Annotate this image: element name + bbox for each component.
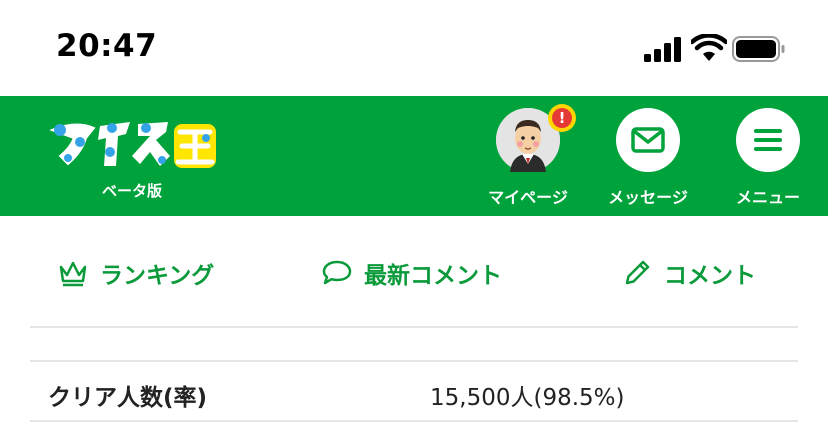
menu-button[interactable]: メニュー [718,108,818,212]
ranking-label: ランキング [100,263,215,289]
content-nav: ランキング 最新コメント コメント [0,216,828,326]
message-button[interactable]: メッセージ [598,108,698,212]
latest-comments-label: 最新コメント [364,263,502,289]
mypage-button[interactable]: ! マイページ [478,104,578,212]
menu-label: メニュー [735,188,800,207]
ranking-link[interactable]: ランキング [58,256,214,290]
clear-count-value: 15,500人(98.5%) [430,385,625,411]
comment-label: コメント [664,263,756,289]
message-circle [616,108,680,172]
latest-comments-link[interactable]: 最新コメント [322,256,502,290]
hamburger-menu-icon [754,129,782,151]
table-top-border [30,360,798,362]
clear-count-label: クリア人数(率) [48,385,208,411]
crown-icon [59,261,87,287]
envelope-icon [631,127,665,153]
divider [30,326,798,328]
pencil-icon [625,260,650,285]
alert-icon: ! [552,108,572,128]
status-icons [644,34,794,66]
comment-link[interactable]: コメント [622,256,756,290]
table-row-border [30,420,798,422]
message-label: メッセージ [608,188,688,207]
logo[interactable] [46,116,220,172]
battery-icon [732,36,785,62]
app-header: ベータ版 ! マイページ メッセージ メニュー [0,96,828,216]
speech-bubble-icon [322,260,352,285]
wifi-icon [691,34,727,61]
notification-badge: ! [548,104,576,132]
status-time: 20:47 [56,28,158,64]
mineo-logo-icon [49,122,216,168]
signal-icon [644,37,681,62]
status-bar: 20:47 [0,0,828,96]
beta-label: ベータ版 [102,182,163,200]
menu-circle [736,108,800,172]
mypage-label: マイページ [488,188,568,207]
